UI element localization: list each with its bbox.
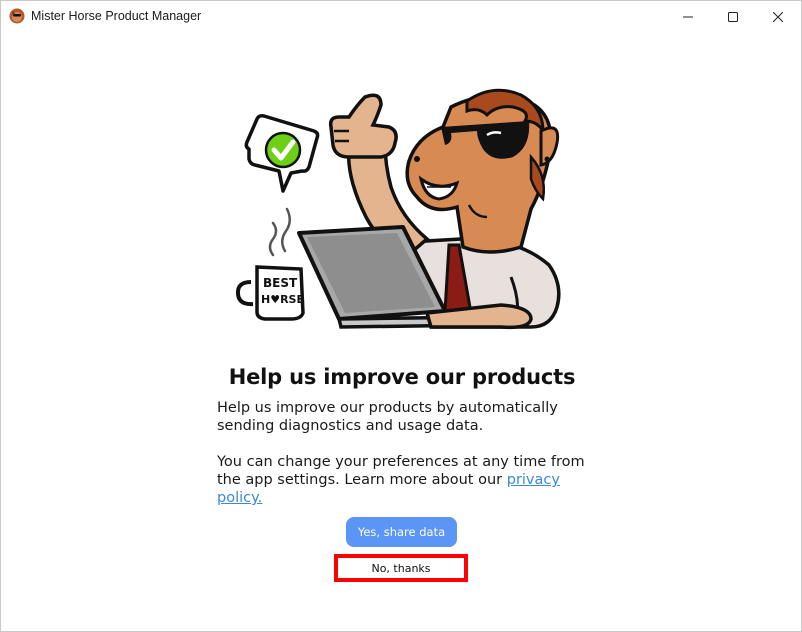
steam-lines — [268, 207, 291, 257]
window-title: Mister Horse Product Manager — [31, 9, 202, 23]
no-thanks-button[interactable]: No, thanks — [338, 558, 464, 578]
horse-mascot-illustration: BEST H♥RSE — [235, 88, 561, 330]
decline-highlight-frame: No, thanks — [334, 554, 468, 582]
close-icon — [773, 11, 783, 22]
close-button[interactable] — [755, 1, 801, 32]
app-window: Mister Horse Product Manager BEST H♥RSE … — [0, 0, 802, 632]
minimize-button[interactable] — [665, 1, 711, 32]
horse-app-icon — [9, 8, 25, 24]
maximize-icon — [728, 11, 738, 22]
maximize-button[interactable] — [710, 1, 756, 32]
page-headline: Help us improve our products — [228, 365, 576, 389]
horse-head — [405, 88, 560, 254]
description-paragraph: Help us improve our products by automati… — [217, 400, 558, 434]
best-horse-mug: BEST H♥RSE — [235, 265, 305, 321]
share-data-button[interactable]: Yes, share data — [346, 517, 457, 547]
minimize-icon — [683, 16, 693, 17]
title-bar[interactable]: Mister Horse Product Manager — [1, 1, 801, 32]
mug-text-horse: H♥RSE — [261, 293, 304, 306]
mug-text-best: BEST — [263, 276, 298, 290]
preferences-paragraph: You can change your preferences at any t… — [217, 453, 597, 507]
checkmark-speech-bubble — [244, 114, 320, 193]
